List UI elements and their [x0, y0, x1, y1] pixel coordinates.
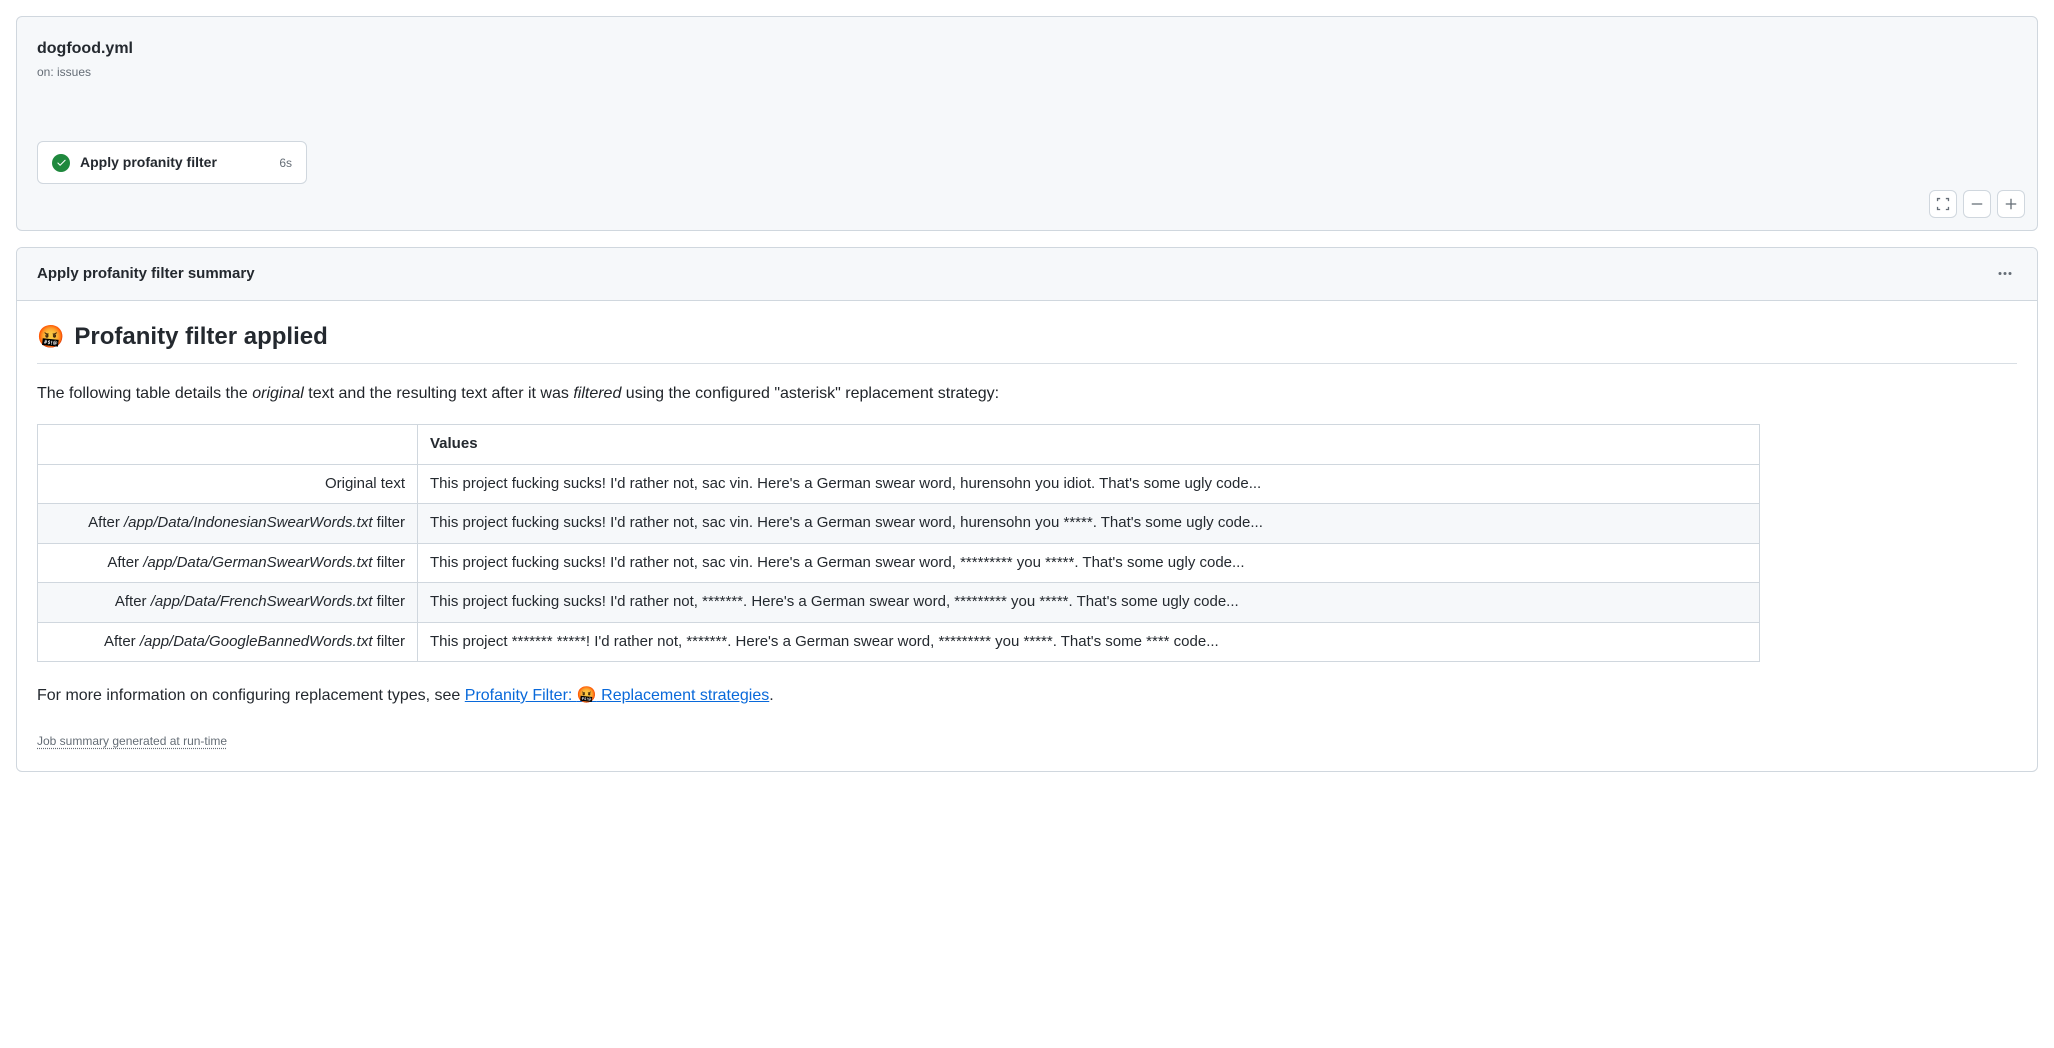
link-text-post: Replacement strategies: [597, 687, 770, 704]
more-info-prefix: For more information on configuring repl…: [37, 687, 465, 704]
job-card-left: Apply profanity filter: [52, 152, 217, 173]
desc-part: The following table details the: [37, 385, 252, 402]
more-info-text: For more information on configuring repl…: [37, 684, 2017, 708]
table-row: After /app/Data/IndonesianSwearWords.txt…: [38, 504, 1760, 544]
fullscreen-icon: [1936, 197, 1950, 211]
table-row-value: This project fucking sucks! I'd rather n…: [418, 543, 1760, 583]
desc-part: text and the resulting text after it was: [304, 385, 573, 402]
table-row: Original textThis project fucking sucks!…: [38, 464, 1760, 504]
table-header-values: Values: [418, 425, 1760, 465]
job-card-apply-profanity-filter[interactable]: Apply profanity filter 6s: [37, 141, 307, 184]
more-info-suffix: .: [769, 687, 773, 704]
summary-body: 🤬 Profanity filter applied The following…: [17, 301, 2037, 771]
desc-part: using the configured "asterisk" replacem…: [621, 385, 999, 402]
table-row: After /app/Data/GoogleBannedWords.txt fi…: [38, 622, 1760, 662]
minus-icon: [1970, 197, 1984, 211]
desc-em-original: original: [252, 385, 304, 402]
table-row-label: After /app/Data/GoogleBannedWords.txt fi…: [38, 622, 418, 662]
job-name-label: Apply profanity filter: [80, 152, 217, 173]
table-row-value: This project ******* *****! I'd rather n…: [418, 622, 1760, 662]
summary-header-title: Apply profanity filter summary: [37, 263, 255, 286]
kebab-horizontal-icon: [1997, 266, 2013, 282]
table-row-value: This project fucking sucks! I'd rather n…: [418, 583, 1760, 623]
summary-menu-button[interactable]: [1993, 262, 2017, 286]
desc-em-filtered: filtered: [573, 385, 621, 402]
table-row-value: This project fucking sucks! I'd rather n…: [418, 504, 1760, 544]
workflow-file-title: dogfood.yml: [37, 37, 2017, 61]
graph-controls: [1929, 190, 2025, 218]
check-circle-icon: [52, 154, 70, 172]
report-heading: 🤬 Profanity filter applied: [37, 319, 2017, 364]
summary-panel: Apply profanity filter summary 🤬 Profani…: [16, 247, 2038, 772]
rage-emoji-icon: 🤬: [37, 326, 64, 348]
report-title-text: Profanity filter applied: [74, 319, 327, 355]
zoom-out-button[interactable]: [1963, 190, 1991, 218]
footer-note: Job summary generated at run-time: [37, 732, 227, 750]
report-description: The following table details the original…: [37, 382, 2017, 406]
table-header-empty: [38, 425, 418, 465]
plus-icon: [2004, 197, 2018, 211]
replacement-strategies-link[interactable]: Profanity Filter: 🤬 Replacement strategi…: [465, 687, 769, 704]
link-text-pre: Profanity Filter:: [465, 687, 577, 704]
table-row-value: This project fucking sucks! I'd rather n…: [418, 464, 1760, 504]
summary-header: Apply profanity filter summary: [17, 248, 2037, 301]
zoom-in-button[interactable]: [1997, 190, 2025, 218]
fullscreen-button[interactable]: [1929, 190, 1957, 218]
job-duration-label: 6s: [279, 154, 292, 172]
table-row: After /app/Data/FrenchSwearWords.txt fil…: [38, 583, 1760, 623]
rage-emoji-icon: 🤬: [577, 687, 597, 704]
table-row-label: After /app/Data/GermanSwearWords.txt fil…: [38, 543, 418, 583]
filter-results-table: Values Original textThis project fucking…: [37, 424, 1760, 662]
table-row-label: Original text: [38, 464, 418, 504]
workflow-trigger-text: on: issues: [37, 63, 2017, 81]
table-row-label: After /app/Data/FrenchSwearWords.txt fil…: [38, 583, 418, 623]
table-row-label: After /app/Data/IndonesianSwearWords.txt…: [38, 504, 418, 544]
workflow-panel: dogfood.yml on: issues Apply profanity f…: [16, 16, 2038, 231]
table-row: After /app/Data/GermanSwearWords.txt fil…: [38, 543, 1760, 583]
